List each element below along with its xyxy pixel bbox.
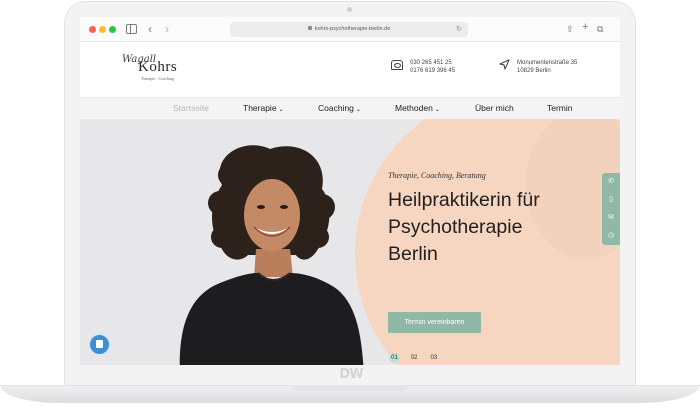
headline-line-3: Berlin: [388, 243, 438, 265]
chevron-down-icon: ⌄: [355, 107, 361, 113]
slide-indicator-01[interactable]: 01: [389, 353, 400, 363]
lock-icon: [307, 26, 312, 30]
menu-label: Startseite: [173, 103, 209, 113]
menu-item-startseite[interactable]: Startseite: [173, 98, 209, 119]
close-window-button[interactable]: [89, 26, 96, 33]
minimize-window-button[interactable]: [99, 26, 106, 33]
phone-number-1[interactable]: 030 265 451 25: [410, 59, 455, 67]
menu-label: Methoden: [395, 103, 433, 113]
menu-label: Termin: [547, 103, 573, 113]
logo-subtitle: Therapie · Coaching: [141, 76, 174, 81]
browser-toolbar: ‹ › kohrs-psychotherapie-berlin.de ↻ ⇪ +…: [80, 17, 620, 42]
hero-tagline: Therapie, Coaching, Beratung: [388, 171, 486, 180]
main-navigation: Startseite Therapie ⌄ Coaching ⌄ Methoden ⌄…: [80, 97, 620, 119]
logo-name-text: Kohrs: [138, 59, 178, 75]
chevron-left-icon[interactable]: ‹: [148, 21, 152, 37]
share-icon[interactable]: ⇪: [566, 23, 574, 35]
mail-icon[interactable]: ✉: [606, 213, 616, 223]
slide-pagination: 01 02 03: [389, 353, 446, 363]
camera-dot: [347, 7, 352, 12]
chevron-right-icon[interactable]: ›: [165, 21, 169, 37]
menu-item-coaching[interactable]: Coaching ⌄: [318, 98, 361, 119]
slide-indicator-03[interactable]: 03: [428, 353, 439, 363]
address-bar[interactable]: kohrs-psychotherapie-berlin.de ↻: [230, 22, 468, 37]
tab-overview-icon[interactable]: ⧉: [597, 23, 603, 35]
phone-icon: [391, 60, 403, 70]
menu-label: Therapie: [243, 103, 277, 113]
laptop-notch: [292, 385, 408, 391]
headline-line-1: Heilpraktikerin für: [388, 189, 540, 211]
termin-vereinbaren-button[interactable]: Termin vereinbaren: [388, 312, 481, 333]
chevron-down-icon: ⌄: [278, 107, 284, 113]
chevron-down-icon: ⌄: [434, 107, 440, 113]
chat-icon[interactable]: [88, 333, 111, 356]
contact-address: Monumentenstraße 35 10829 Berlin: [517, 59, 577, 75]
hero-section: Therapie, Coaching, Beratung Heilpraktik…: [80, 119, 620, 365]
location-arrow-icon: [499, 59, 510, 70]
menu-item-ueber-mich[interactable]: Über mich: [475, 98, 514, 119]
mobile-icon[interactable]: ▯: [606, 195, 616, 205]
headline-line-2: Psychotherapie: [388, 216, 523, 238]
contact-phones: 030 265 451 25 0176 619 396 45: [410, 59, 455, 75]
contact-sidebar: ✆ ▯ ✉ ◷: [602, 173, 620, 245]
reload-icon[interactable]: ↻: [456, 22, 462, 37]
menu-item-termin[interactable]: Termin: [547, 98, 573, 119]
phone-number-2[interactable]: 0176 619 396 45: [410, 67, 455, 75]
address-street: Monumentenstraße 35: [517, 60, 578, 66]
watermark-logo: DW: [339, 367, 363, 382]
menu-item-methoden[interactable]: Methoden ⌄: [395, 98, 440, 119]
site-header: Wagall Kohrs Therapie · Coaching 030 265…: [80, 42, 620, 97]
menu-item-therapie[interactable]: Therapie ⌄: [243, 98, 284, 119]
sidebar-toggle-icon[interactable]: [126, 24, 137, 34]
address-city: 10829 Berlin: [517, 68, 551, 74]
site-logo[interactable]: Wagall Kohrs Therapie · Coaching: [122, 54, 192, 88]
laptop-mockup: ‹ › kohrs-psychotherapie-berlin.de ↻ ⇪ +…: [0, 0, 700, 409]
therapist-portrait: [179, 145, 364, 365]
slide-indicator-02[interactable]: 02: [409, 353, 420, 363]
url-text: kohrs-psychotherapie-berlin.de: [314, 26, 391, 32]
zoom-window-button[interactable]: [109, 26, 116, 33]
menu-label: Über mich: [475, 103, 514, 113]
menu-label: Coaching: [318, 103, 354, 113]
new-tab-icon[interactable]: +: [582, 21, 588, 33]
phone-icon[interactable]: ✆: [606, 177, 616, 187]
browser-window: ‹ › kohrs-psychotherapie-berlin.de ↻ ⇪ +…: [80, 17, 620, 365]
hero-headline: Heilpraktikerin für Psychotherapie Berli…: [388, 187, 588, 268]
clock-icon[interactable]: ◷: [606, 231, 616, 241]
